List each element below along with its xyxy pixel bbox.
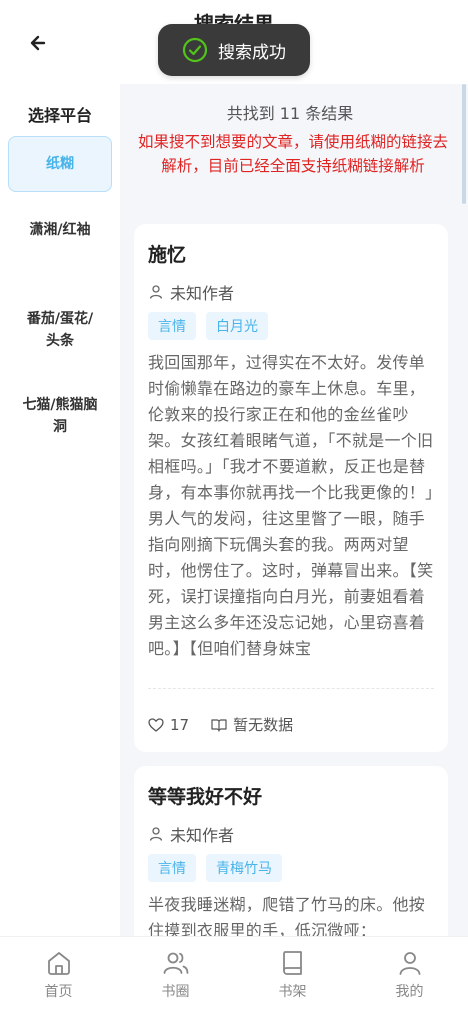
author: 未知作者 xyxy=(148,280,234,304)
tag-list: 言情 青梅竹马 xyxy=(148,854,292,882)
author-name: 未知作者 xyxy=(170,826,235,845)
sidebar-item-qimao[interactable]: 七猫/熊猫脑 洞 xyxy=(8,372,112,438)
sidebar-item-xiaoxiang[interactable]: 潇湘/红袖 xyxy=(8,219,112,241)
sidebar-item-label: 潇湘/红袖 xyxy=(29,222,91,238)
tag[interactable]: 白月光 xyxy=(206,312,268,340)
book-icon xyxy=(282,951,302,975)
divider xyxy=(148,688,434,689)
tag[interactable]: 言情 xyxy=(148,312,196,340)
toast: 搜索成功 xyxy=(158,24,310,76)
tag[interactable]: 青梅竹马 xyxy=(206,854,282,882)
notice-text: 如果搜不到想要的文章，请使用纸糊的链接去解析，目前已经全面支持纸糊链接解析 xyxy=(137,133,448,175)
check-circle-icon xyxy=(182,37,208,63)
nav-label: 书架 xyxy=(278,984,307,1000)
user-icon xyxy=(149,285,163,299)
sidebar-item-fanqie[interactable]: 番茄/蛋花/ 头条 xyxy=(8,286,112,352)
nav-home[interactable]: 首页 xyxy=(0,937,117,1012)
author-name: 未知作者 xyxy=(170,284,235,303)
sidebar-item-label: 番茄/蛋花/ 头条 xyxy=(26,311,94,349)
users-icon xyxy=(163,952,188,974)
result-count: 共找到 11 条结果 xyxy=(226,104,354,123)
sidebar-item-label: 纸糊 xyxy=(46,156,74,172)
nav-circle[interactable]: 书圈 xyxy=(117,937,234,1012)
tag[interactable]: 言情 xyxy=(148,854,196,882)
nav-profile[interactable]: 我的 xyxy=(351,937,468,1012)
heart-icon[interactable] xyxy=(148,717,164,733)
bottom-nav: 首页 书圈 书架 我的 xyxy=(0,936,468,1012)
toast-text: 搜索成功 xyxy=(218,42,286,63)
author: 未知作者 xyxy=(148,822,234,846)
sidebar-item-label: 七猫/熊猫脑 洞 xyxy=(22,397,98,435)
user-icon xyxy=(399,952,420,975)
nav-label: 首页 xyxy=(44,984,73,1000)
nav-bookshelf[interactable]: 书架 xyxy=(234,937,351,1012)
read-count: 暂无数据 xyxy=(233,716,294,734)
book-description: 半夜我睡迷糊，爬错了竹马的床。他按住摸到衣服里的手，低沉微哑： xyxy=(148,895,426,936)
results-panel[interactable]: 共找到 11 条结果 如果搜不到想要的文章，请使用纸糊的链接去解析，目前已经全面… xyxy=(120,84,468,936)
nav-label: 书圈 xyxy=(161,984,190,1000)
sidebar-title: 选择平台 xyxy=(27,106,92,125)
book-title: 施忆 xyxy=(148,244,187,266)
book-title: 等等我好不好 xyxy=(148,786,263,808)
result-card[interactable]: 等等我好不好 未知作者 言情 青梅竹马 半夜我睡迷糊，爬错了竹马的床。他按住摸到… xyxy=(134,766,448,936)
card-stats: 17 暂无数据 xyxy=(148,714,293,735)
platform-sidebar: 选择平台 纸糊 潇湘/红袖 番茄/蛋花/ 头条 七猫/熊猫脑 洞 xyxy=(0,84,120,936)
app: 搜索结果 搜索成功 选择平台 纸糊 潇湘/红袖 番茄/蛋花/ 头条 七猫/熊猫脑… xyxy=(0,0,468,1012)
user-icon xyxy=(149,827,163,841)
tag-list: 言情 白月光 xyxy=(148,312,278,340)
book-description: 我回国那年，过得实在不太好。发传单时偷懒靠在路边的豪车上休息。车里，伦敦来的投行… xyxy=(148,353,434,658)
nav-label: 我的 xyxy=(395,984,424,1000)
scrollbar[interactable] xyxy=(462,84,466,204)
home-icon xyxy=(47,952,70,975)
sidebar-item-zhihu[interactable]: 纸糊 xyxy=(8,136,112,192)
like-count: 17 xyxy=(170,715,190,734)
result-card[interactable]: 施忆 未知作者 言情 白月光 我回国那年，过得实在不太好。发传单时偷懒靠在路边的… xyxy=(134,224,448,752)
book-open-icon xyxy=(211,718,227,732)
